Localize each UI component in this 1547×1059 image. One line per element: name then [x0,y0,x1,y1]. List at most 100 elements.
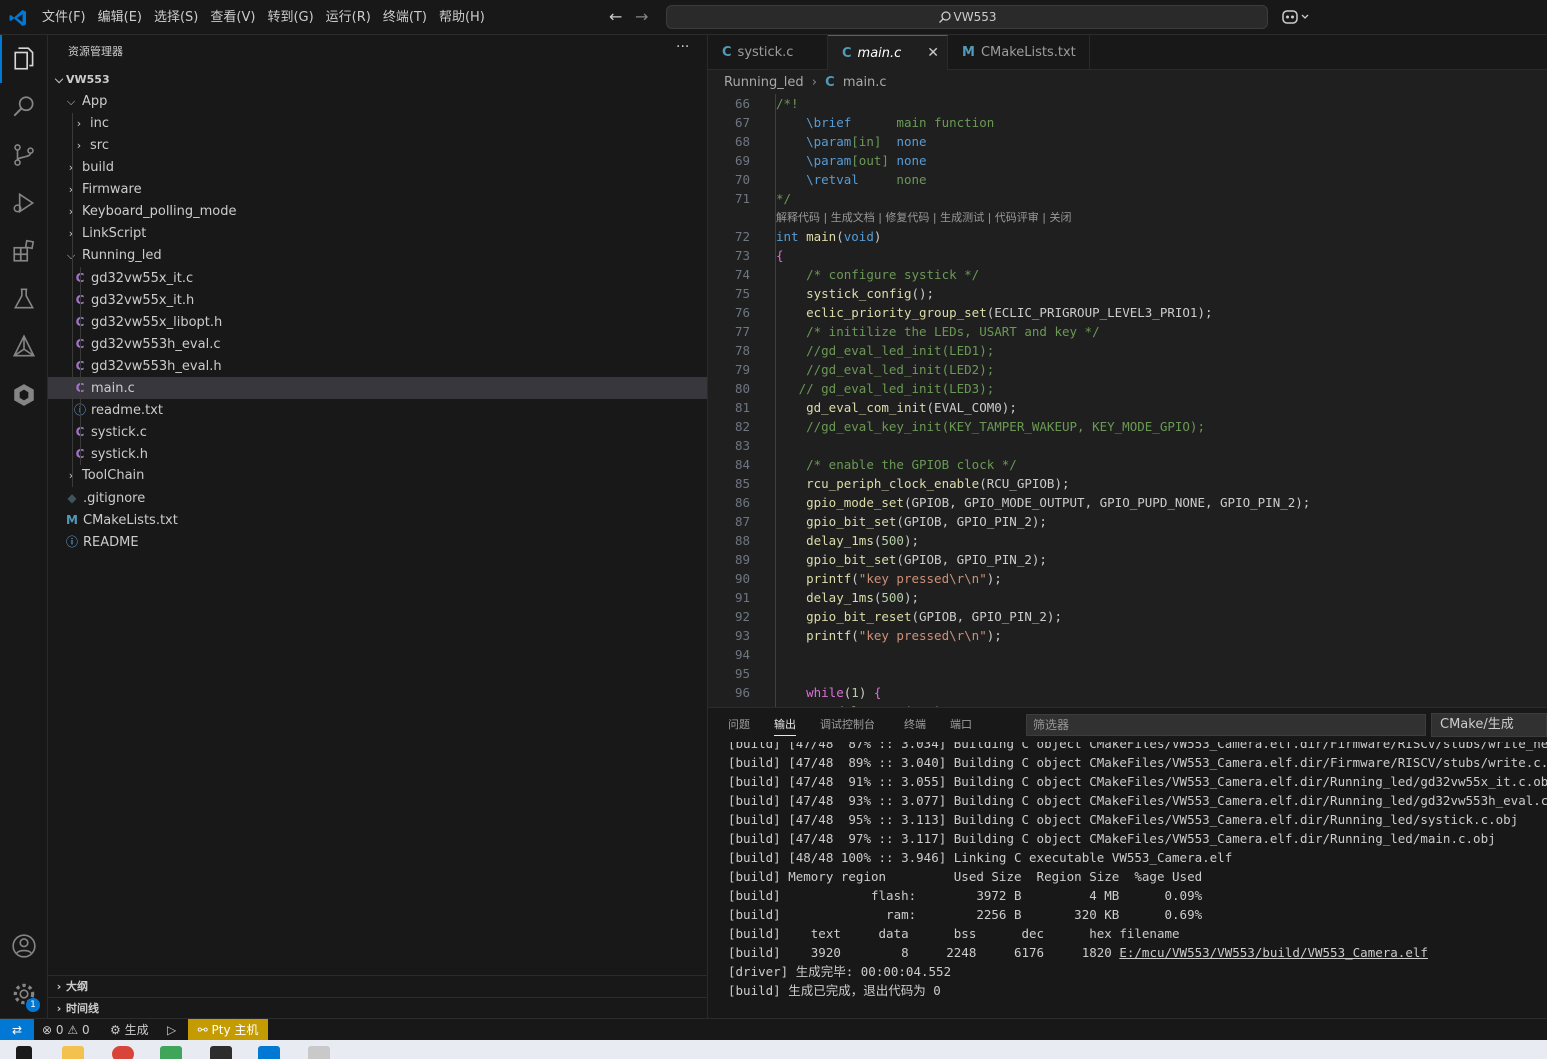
tree-folder[interactable]: › ToolChain [48,465,707,487]
tree-folder[interactable]: › Firmware [48,179,707,201]
forward-arrow-icon[interactable]: → [635,8,653,26]
remote-indicator-icon[interactable]: ⇄ [0,1019,34,1041]
tree-folder[interactable]: ⌵ Running_led [48,245,707,267]
terminal-icon[interactable] [210,1046,232,1059]
line-number: 67 [734,115,750,130]
output-text: [build] 生成已完成，退出代码为 0 [728,983,941,998]
explorer-icon[interactable] [0,35,48,83]
chevron-down-icon: ⌵ [54,73,64,86]
code-line: 80 // gd_eval_led_init(LED3); [708,379,1547,398]
output-log[interactable]: [build] [47/48 87% :: 3.034] Building C … [728,742,1547,1019]
panel-tab[interactable]: 调试控制台 [820,716,875,732]
line-number: 81 [734,400,750,415]
codelens-actions[interactable]: 解释代码 | 生成文档 | 修复代码 | 生成测试 | 代码评审 | 关闭 [776,208,1072,227]
back-arrow-icon[interactable]: ← [609,8,627,26]
pty-host-button[interactable]: ⚯ Pty 主机 [188,1019,268,1041]
menu-item[interactable]: 编辑(E) [92,0,148,35]
output-line: [build] text data bss dec hex filename [728,924,1180,943]
tree-file[interactable]: Cgd32vw55x_libopt.h [48,311,707,333]
code-text: /*! [776,96,799,111]
copilot-icon[interactable] [1280,7,1312,27]
code-text: while(1) { [806,685,882,700]
tree-file[interactable]: Csystick.h [48,443,707,465]
app-icon[interactable] [308,1046,330,1059]
line-number: 83 [734,438,750,453]
close-icon[interactable]: ✕ [927,36,939,71]
tree-file[interactable]: M CMakeLists.txt [48,509,707,531]
menu-item[interactable]: 转到(G) [261,0,319,35]
tree-file[interactable]: ⓘ README [48,531,707,553]
tree-file[interactable]: Cgd32vw55x_it.c [48,267,707,289]
app-icon[interactable] [160,1046,182,1059]
workspace-root-label: VW553 [66,73,110,86]
tree-folder[interactable]: ⌵ App [48,91,707,113]
more-actions-icon[interactable]: ··· [676,39,689,55]
build-status-button[interactable]: ⚙ 生成 [110,1019,149,1041]
panel-tab[interactable]: 问题 [728,716,750,732]
timeline-section[interactable]: › 时间线 [48,997,707,1019]
line-number: 95 [734,666,750,681]
code-line: 85 rcu_periph_clock_enable(RCU_GPIOB); [708,474,1547,493]
tree-file[interactable]: ⓘreadme.txt [48,399,707,421]
run-debug-icon[interactable] [0,179,48,227]
command-center-search[interactable]: VW553 [666,5,1268,29]
tree-file[interactable]: Cmain.c [48,377,707,399]
chevron-right-icon: › [811,75,817,90]
tab-main-c[interactable]: Cmain.c ✕ [828,35,948,70]
source-control-icon[interactable] [0,131,48,179]
tree-folder[interactable]: › Keyboard_polling_mode [48,201,707,223]
pty-label: Pty 主机 [211,1023,259,1037]
tree-item-label: LinkScript [82,226,147,241]
testing-flask-icon[interactable] [0,275,48,323]
tree-file[interactable]: Csystick.c [48,421,707,443]
tree-file[interactable]: ◆ .gitignore [48,487,707,509]
panel-tab[interactable]: 端口 [950,716,972,732]
run-icon[interactable]: ▷ [167,1019,176,1041]
breadcrumb-file[interactable]: main.c [843,75,887,90]
windows-start-icon[interactable] [16,1046,32,1059]
problems-status[interactable]: ⊗ 0 ⚠ 0 [42,1019,90,1041]
menu-item[interactable]: 选择(S) [148,0,204,35]
tree-folder[interactable]: › build [48,157,707,179]
tree-folder[interactable]: › src [48,135,707,157]
output-filter-input[interactable]: 筛选器 [1026,714,1426,736]
panel-tab[interactable]: 终端 [904,716,926,732]
line-number: 66 [734,96,750,111]
tab-systick-c[interactable]: Csystick.c [708,35,828,70]
tab-cmakelists[interactable]: M CMakeLists.txt [948,35,1090,70]
panel-tab[interactable]: 输出 [774,716,796,736]
menu-item[interactable]: 运行(R) [320,0,377,35]
manage-gear-icon[interactable]: 1 [0,970,48,1018]
output-channel-select[interactable]: CMake/生成 [1431,713,1547,737]
vscode-taskbar-icon[interactable] [258,1046,280,1059]
workspace-root[interactable]: ⌵ VW553 [48,69,707,91]
output-text: [build] [47/48 93% :: 3.077] Building C … [728,793,1547,808]
file-explorer-icon[interactable] [62,1046,84,1059]
breadcrumb: Running_led › C main.c [724,72,887,94]
menu-item[interactable]: 文件(F) [36,0,92,35]
cmake-icon[interactable] [0,323,48,371]
menu-item[interactable]: 查看(V) [204,0,261,35]
menu-item[interactable]: 终端(T) [377,0,433,35]
outline-section[interactable]: › 大纲 [48,975,707,997]
output-file-link[interactable]: E:/mcu/VW553/VW553/build/VW553_Camera.el… [1119,945,1428,960]
breadcrumb-folder[interactable]: Running_led [724,75,804,90]
tree-folder[interactable]: › inc [48,113,707,135]
tree-file[interactable]: Cgd32vw55x_it.h [48,289,707,311]
chevron-right-icon: › [68,161,74,174]
menu-item[interactable]: 帮助(H) [433,0,491,35]
chrome-icon[interactable] [112,1046,134,1059]
code-text: \brief main function [806,115,995,130]
accounts-icon[interactable] [0,922,48,970]
warning-icon: ⚠ [67,1023,79,1037]
tree-file[interactable]: Cgd32vw553h_eval.c [48,333,707,355]
line-number: 70 [734,172,750,187]
code-text: eclic_priority_group_set(ECLIC_PRIGROUP_… [806,305,1213,320]
indent-guide [72,113,73,487]
code-editor[interactable]: 66/*! 67 \brief main function 68 \param[in… [708,94,1547,707]
search-icon[interactable] [0,83,48,131]
extensions-icon[interactable] [0,227,48,275]
tree-file[interactable]: Cgd32vw553h_eval.h [48,355,707,377]
embedded-extension-icon[interactable] [0,371,48,419]
tree-folder[interactable]: › LinkScript [48,223,707,245]
